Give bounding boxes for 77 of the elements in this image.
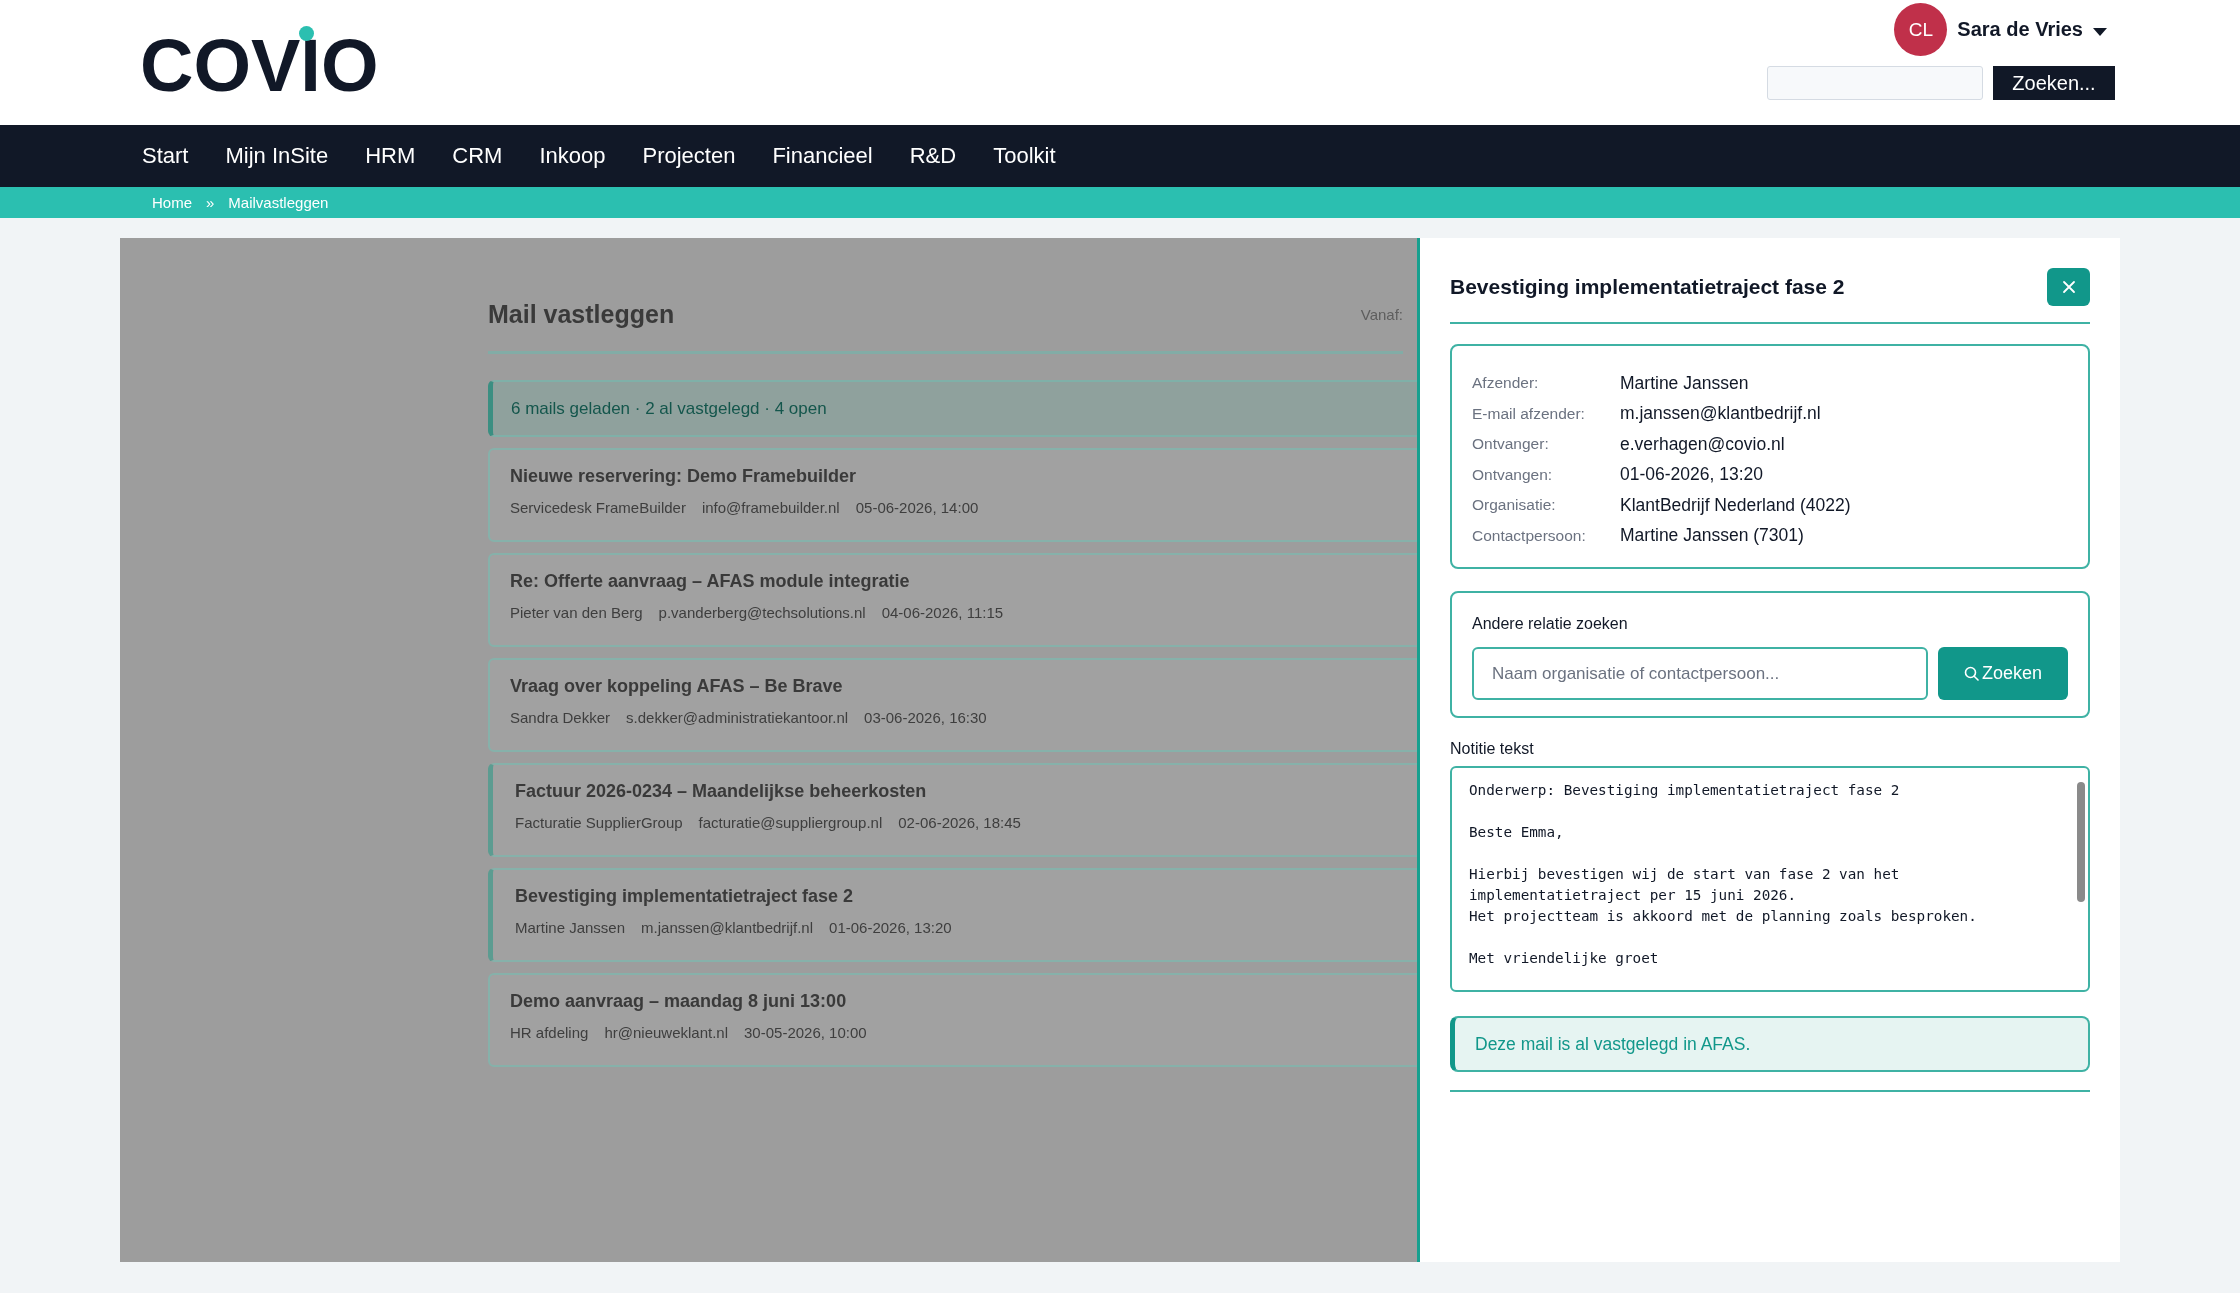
close-icon — [2061, 280, 2076, 294]
scrollbar-thumb[interactable] — [2077, 782, 2085, 902]
field-label: Contactpersoon: — [1472, 526, 1587, 545]
field-label: Organisatie: — [1472, 496, 1557, 515]
nav-item[interactable]: Inkoop — [539, 143, 606, 169]
field-value: Martine Janssen (7301) — [1620, 525, 1804, 547]
relation-search-field[interactable]: Naam organisatie of contactpersoon... — [1472, 647, 1928, 700]
mail-date: 05-06-2026, 14:00 — [855, 499, 979, 516]
nav-item[interactable]: Mijn InSite — [225, 143, 329, 169]
nav-item[interactable]: R&D — [909, 143, 957, 169]
mail-card[interactable]: Factuur 2026-0234 – Maandelijkse beheerkosten Facturatie SupplierGroup facturatie@suppliergroup.nl 02-06-2026, 18:45 — [488, 763, 1417, 857]
field-label: Afzender: — [1472, 374, 1540, 393]
search-icon — [1963, 666, 1979, 681]
note-textarea[interactable] — [1450, 766, 2090, 992]
mail-sender: Facturatie SupplierGroup — [515, 814, 683, 831]
mail-subject: Bevestiging implementatietraject fase 2 — [515, 886, 855, 907]
nav-item[interactable]: Start — [142, 143, 189, 169]
field-label: Ontvangen: — [1472, 465, 1554, 484]
logo[interactable]: COVIO — [140, 26, 379, 106]
user-name[interactable]: Sara de Vries — [1957, 18, 2083, 41]
nav-item[interactable]: Projecten — [642, 143, 736, 169]
search-button[interactable]: Zoeken... — [1993, 66, 2115, 100]
note-line: Hierbij bevestigen wij de start van fase 2 van het implementatietraject per 15 juni 2026. — [1469, 865, 1901, 905]
mail-address: hr@nieuweklant.nl — [604, 1024, 729, 1041]
mail-sender: Martine Janssen — [515, 919, 626, 936]
panel-title: Bevestiging implementatietraject fase 2 — [1450, 275, 1845, 299]
field-label: Ontvanger: — [1472, 435, 1550, 454]
mail-subject: Factuur 2026-0234 – Maandelijkse beheerkosten — [515, 781, 928, 802]
user-avatar[interactable]: CL — [1894, 3, 1948, 56]
field-label: E-mail afzender: — [1472, 404, 1586, 423]
breadcrumb-separator: » — [206, 194, 215, 211]
mail-date: 04-06-2026, 11:15 — [881, 604, 1004, 621]
filter-label: Vanaf: — [1360, 306, 1403, 323]
field-value: KlantBedrijf Nederland (4022) — [1620, 494, 1851, 516]
mail-date: 02-06-2026, 18:45 — [898, 814, 1021, 831]
mail-sender: HR afdeling — [510, 1024, 589, 1041]
section-label: Andere relatie zoeken — [1472, 615, 1629, 633]
mail-card[interactable]: Re: Offerte aanvraag – AFAS module integratie Pieter van den Berg p.vanderberg@techsolutions.nl 04-06-2026, 11:15 — [488, 553, 1417, 647]
mail-sender: Servicedesk FrameBuilder — [510, 499, 686, 516]
close-button[interactable] — [2047, 268, 2090, 306]
field-value: m.janssen@klantbedrijf.nl — [1620, 403, 1821, 425]
field-value: e.verhagen@covio.nl — [1620, 433, 1785, 455]
page-title: Mail vastleggen — [488, 300, 675, 329]
mail-address: info@framebuilder.nl — [701, 499, 840, 516]
mail-card[interactable]: Vraag over koppeling AFAS – Be Brave Sandra Dekker s.dekker@administratiekantoor.nl 03-06-2026, 16:30 — [488, 658, 1417, 752]
status-text: Deze mail is al vastgelegd in AFAS. — [1475, 1033, 1751, 1055]
summary-text: 6 mails geladen · 2 al vastgelegd · 4 open — [511, 398, 827, 419]
mail-address: facturatie@suppliergroup.nl — [698, 814, 883, 831]
note-line: Onderwerp: Bevestiging implementatietraject fase 2 — [1469, 781, 1901, 800]
search-field[interactable] — [1767, 66, 1983, 100]
nav-item[interactable]: HRM — [365, 143, 416, 169]
mail-card[interactable]: Nieuwe reservering: Demo Framebuilder Servicedesk FrameBuilder info@framebuilder.nl 05-06-2026, 14:00 — [488, 448, 1417, 542]
mail-subject: Re: Offerte aanvraag – AFAS module integratie — [510, 571, 911, 592]
note-line: Beste Emma, — [1469, 823, 1565, 842]
note-line: Met vriendelijke groet — [1469, 949, 1660, 968]
mail-sender: Sandra Dekker — [510, 709, 611, 726]
mail-date: 30-05-2026, 10:00 — [744, 1024, 867, 1041]
mail-address: m.janssen@klantbedrijf.nl — [641, 919, 814, 936]
mail-date: 01-06-2026, 13:20 — [829, 919, 952, 936]
mail-subject: Nieuwe reservering: Demo Framebuilder — [510, 466, 858, 487]
mail-sender: Pieter van den Berg — [510, 604, 643, 621]
mail-subject: Vraag over koppeling AFAS – Be Brave — [510, 676, 844, 697]
mail-address: p.vanderberg@techsolutions.nl — [658, 604, 866, 621]
mail-card[interactable]: Demo aanvraag – maandag 8 juni 13:00 HR afdeling hr@nieuweklant.nl 30-05-2026, 10:00 — [488, 973, 1417, 1067]
mail-card[interactable]: Bevestiging implementatietraject fase 2 Martine Janssen m.janssen@klantbedrijf.nl 01-06-2026, 13:20 — [488, 868, 1417, 962]
nav-item[interactable]: Financieel — [772, 143, 873, 169]
mail-subject: Demo aanvraag – maandag 8 juni 13:00 — [510, 991, 848, 1012]
field-value: 01-06-2026, 13:20 — [1620, 464, 1764, 486]
nav-item[interactable]: Toolkit — [993, 143, 1056, 169]
search-button[interactable]: Zoeken — [1938, 647, 2068, 700]
mail-date: 03-06-2026, 16:30 — [864, 709, 987, 726]
field-value: Martine Janssen — [1620, 372, 1749, 394]
nav-item[interactable]: CRM — [452, 143, 503, 169]
caret-icon[interactable] — [2093, 27, 2107, 36]
section-label: Notitie tekst — [1450, 740, 1535, 758]
mail-address: s.dekker@administratiekantoor.nl — [626, 709, 849, 726]
note-line: Het projectteam is akkoord met de planning zoals besproken. — [1469, 907, 1978, 926]
